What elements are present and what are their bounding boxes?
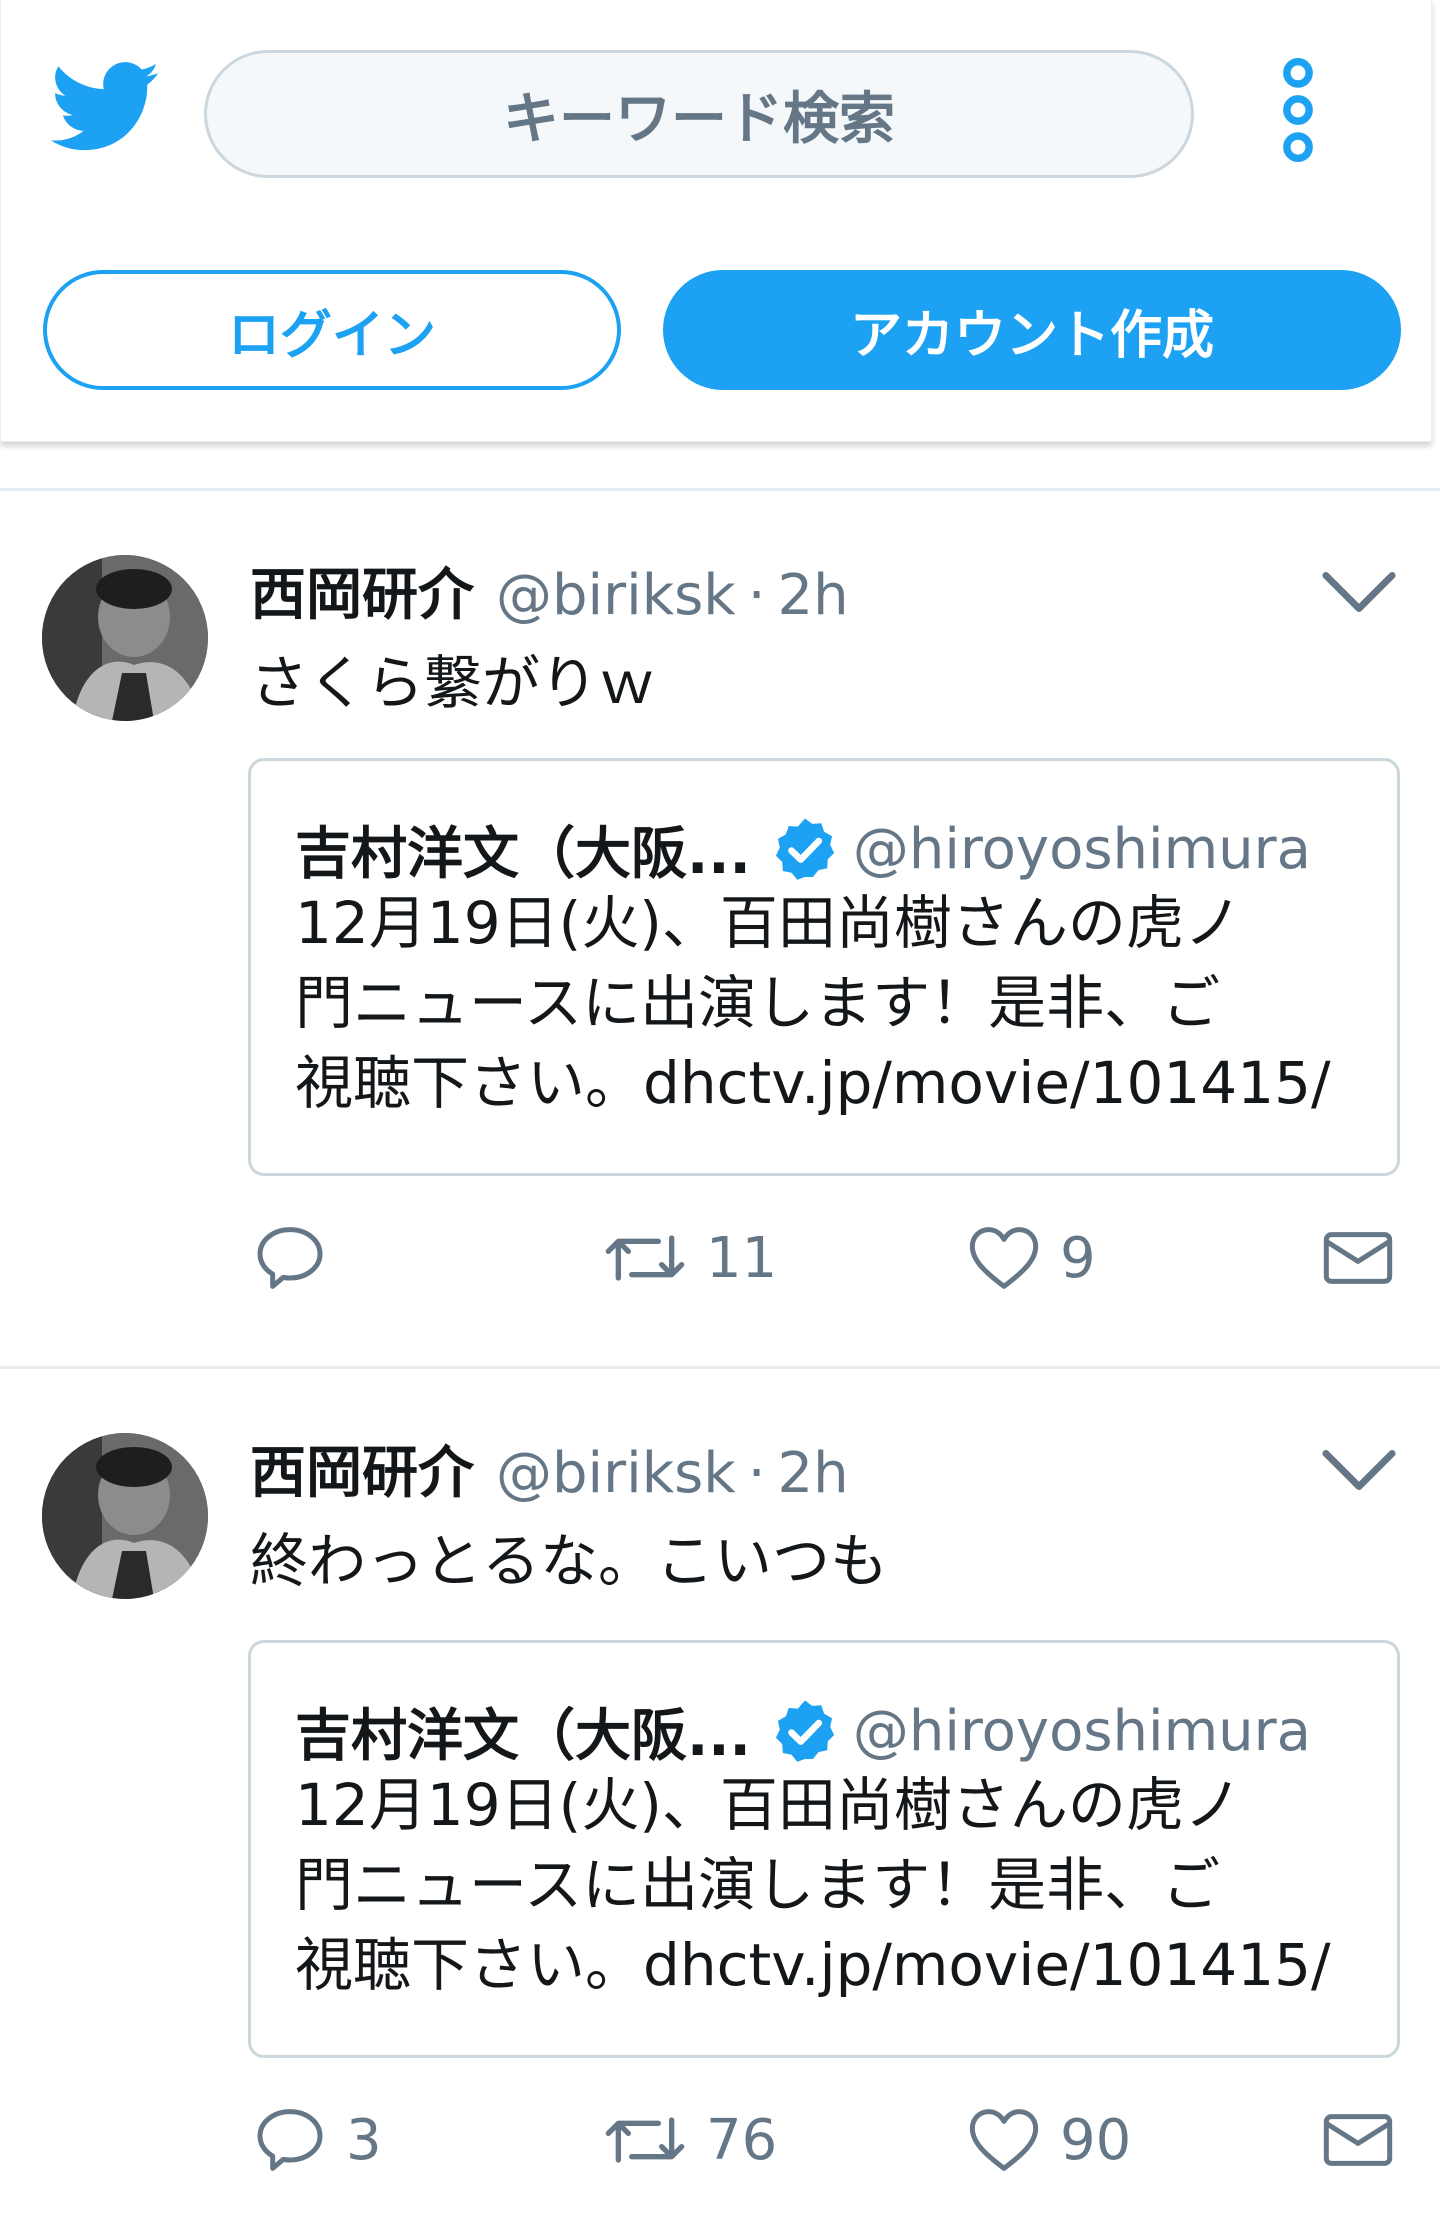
divider [0,488,1440,491]
login-button[interactable]: ログイン [43,270,621,390]
retweet-count: 76 [706,2107,778,2173]
retweet-count: 11 [706,1225,778,1291]
verified-badge-icon [775,1700,834,1762]
like-button[interactable]: 9 [964,1218,1096,1298]
like-icon [969,1227,1039,1289]
retweet-button[interactable]: 76 [600,2100,777,2180]
message-button[interactable] [1318,2100,1398,2180]
like-button[interactable]: 90 [964,2100,1131,2180]
top-header: キーワード検索 ログイン アカウント作成 [0,0,1432,442]
author-handle[interactable]: @biriksk [496,1441,736,1506]
more-vertical-icon[interactable] [1273,58,1323,162]
separator: · [747,1441,766,1506]
twitter-bird-icon[interactable] [51,58,161,158]
quoted-tweet-text: 12月19日(火)、百田尚樹さんの虎ノ 門ニュースに出演します！是非、ご 視聴下… [295,1765,1375,2005]
tweet-actions: 3 76 90 [0,2100,1440,2180]
avatar-image [42,1433,208,1599]
search-input[interactable]: キーワード検索 [204,50,1194,178]
reply-button[interactable]: 3 [250,2100,382,2180]
quoted-text-line[interactable]: 視聴下さい。dhctv.jp/movie/101415/ [295,1925,1375,2005]
like-icon [969,2109,1039,2171]
message-icon [1323,1232,1393,1284]
signup-button[interactable]: アカウント作成 [663,270,1401,390]
message-button[interactable] [1318,1218,1398,1298]
tweet-header: 西岡研介 @biriksk · 2h [250,550,849,628]
quoted-tweet[interactable]: 吉村洋文（大阪... @hiroyoshimura 12月19日(火)、百田尚樹… [248,758,1400,1176]
retweet-icon [605,1235,685,1281]
author-name[interactable]: 西岡研介 [250,1428,474,1509]
quoted-text-line: 門ニュースに出演します！是非、ご [295,1851,1221,1919]
quoted-tweet[interactable]: 吉村洋文（大阪... @hiroyoshimura 12月19日(火)、百田尚樹… [248,1640,1400,2058]
author-name[interactable]: 西岡研介 [250,550,474,631]
quoted-author-name: 吉村洋文（大阪... [295,822,751,887]
avatar[interactable] [42,555,208,721]
separator: · [747,563,766,628]
quoted-tweet-text: 12月19日(火)、百田尚樹さんの虎ノ 門ニュースに出演します！是非、ご 視聴下… [295,883,1375,1123]
reply-icon [257,1227,323,1289]
chevron-down-icon[interactable] [1320,1446,1398,1496]
avatar-image [42,555,208,721]
quoted-author-name: 吉村洋文（大阪... [295,1704,751,1769]
author-handle[interactable]: @biriksk [496,563,736,628]
tweet-text: さくら繋がりｗ [250,649,657,717]
reply-button[interactable] [250,1218,346,1298]
quoted-text-line: 12月19日(火)、百田尚樹さんの虎ノ [295,1771,1242,1839]
chevron-down-icon[interactable] [1320,568,1398,618]
tweet-header: 西岡研介 @biriksk · 2h [250,1428,849,1506]
retweet-button[interactable]: 11 [600,1218,777,1298]
tweet-actions: 11 9 [0,1218,1440,1298]
quoted-author-handle: @hiroyoshimura [852,1699,1311,1764]
like-count: 9 [1060,1225,1096,1291]
quoted-tweet-header: 吉村洋文（大阪... @hiroyoshimura [295,809,1311,890]
reply-count: 3 [346,2107,382,2173]
quoted-author-handle: @hiroyoshimura [852,817,1311,882]
avatar[interactable] [42,1433,208,1599]
quoted-text-line: 12月19日(火)、百田尚樹さんの虎ノ [295,889,1242,957]
retweet-icon [605,2117,685,2163]
timestamp[interactable]: 2h [778,563,849,628]
message-icon [1323,2114,1393,2166]
quoted-text-line[interactable]: 視聴下さい。dhctv.jp/movie/101415/ [295,1043,1375,1123]
quoted-text-line: 門ニュースに出演します！是非、ご [295,969,1221,1037]
like-count: 90 [1060,2107,1132,2173]
timestamp[interactable]: 2h [778,1441,849,1506]
verified-badge-icon [775,818,834,880]
quoted-tweet-header: 吉村洋文（大阪... @hiroyoshimura [295,1691,1311,1772]
divider [0,1366,1440,1369]
reply-icon [257,2109,323,2171]
tweet-text: 終わっとるな。こいつも [250,1527,889,1595]
